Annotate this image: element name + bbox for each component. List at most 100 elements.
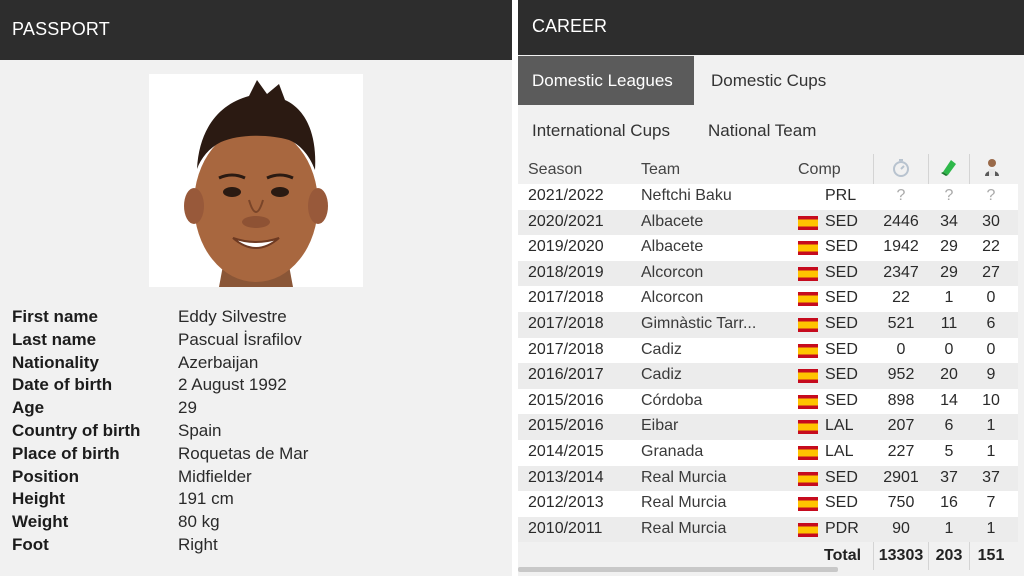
info-label: Date of birth xyxy=(12,375,113,395)
info-label: Position xyxy=(12,466,80,486)
table-row[interactable]: 2014/2015 Granada LAL 227 5 1 xyxy=(518,439,1018,466)
apps-cell: 7 xyxy=(986,494,996,512)
table-header: Season Team Comp xyxy=(518,154,1018,184)
minutes-cell: 521 xyxy=(887,314,915,332)
season-cell: 2016/2017 xyxy=(528,366,604,384)
info-label: Height xyxy=(12,489,65,509)
season-cell: 2017/2018 xyxy=(528,340,604,358)
info-label: Last name xyxy=(12,329,97,349)
goals-cell: 34 xyxy=(940,212,958,230)
column-header-team[interactable]: Team xyxy=(641,161,680,179)
team-cell[interactable]: Neftchi Baku xyxy=(641,187,787,205)
team-cell[interactable]: Eibar xyxy=(641,417,787,435)
goals-cell: 1 xyxy=(944,289,954,307)
team-cell[interactable]: Alcorcon xyxy=(641,264,787,282)
goals-cell: 0 xyxy=(944,340,954,358)
green-card-icon[interactable] xyxy=(940,158,958,181)
stopwatch-icon[interactable] xyxy=(892,158,910,183)
team-cell[interactable]: Albacete xyxy=(641,238,787,256)
table-row[interactable]: 2017/2018 Alcorcon SED 22 1 0 xyxy=(518,286,1018,312)
team-cell[interactable]: Alcorcon xyxy=(641,289,787,307)
spain-flag-icon xyxy=(798,343,818,358)
minutes-cell: 750 xyxy=(887,494,915,512)
team-cell[interactable]: Real Murcia xyxy=(641,520,787,538)
info-value: Right xyxy=(178,534,218,554)
info-label: First name xyxy=(12,307,98,326)
tab-domestic-leagues[interactable]: Domestic Leagues xyxy=(518,56,694,105)
passport-header: PASSPORT xyxy=(0,0,512,60)
info-row-position: Position Midfielder xyxy=(12,467,502,490)
apps-cell: 30 xyxy=(982,212,1000,230)
spain-flag-icon xyxy=(798,369,818,384)
tab-national-team[interactable]: National Team xyxy=(708,121,816,141)
total-goals: 203 xyxy=(935,547,963,565)
team-cell[interactable]: Albacete xyxy=(641,213,787,231)
spain-flag-icon xyxy=(798,292,818,307)
team-cell[interactable]: Real Murcia xyxy=(641,469,787,487)
table-row[interactable]: 2020/2021 Albacete SED 2446 34 30 xyxy=(518,209,1018,236)
info-row-last-name: Last name Pascual İsrafilov xyxy=(12,330,502,353)
team-cell[interactable]: Cadiz xyxy=(641,341,787,359)
info-value: 2 August 1992 xyxy=(178,375,287,395)
goals-cell: 14 xyxy=(940,391,958,409)
team-cell[interactable]: Gimnàstic Tarr... xyxy=(641,315,787,333)
table-row[interactable]: 2018/2019 Alcorcon SED 2347 29 27 xyxy=(518,260,1018,287)
table-row[interactable]: 2021/2022 Neftchi Baku PRL??? xyxy=(518,184,1018,210)
table-row[interactable]: 2010/2011 Real Murcia PDR 90 1 1 xyxy=(518,516,1018,543)
minutes-cell: 207 xyxy=(887,417,915,435)
table-row[interactable]: 2015/2016 Córdoba SED 898 14 10 xyxy=(518,388,1018,415)
info-row-height: Height 191 cm xyxy=(12,489,502,512)
goals-cell: 37 xyxy=(940,468,958,486)
team-cell[interactable]: Granada xyxy=(641,443,787,461)
info-row-place-of-birth: Place of birth Roquetas de Mar xyxy=(12,444,502,467)
minutes-cell: 22 xyxy=(892,289,910,307)
spain-flag-icon xyxy=(798,317,818,332)
passport-panel: PASSPORT First name Eddy Silvestre Last … xyxy=(0,0,512,576)
team-cell[interactable]: Real Murcia xyxy=(641,494,787,512)
table-row[interactable]: 2017/2018 Gimnàstic Tarr... SED 521 11 6 xyxy=(518,311,1018,338)
minutes-cell: ? xyxy=(896,187,906,204)
goals-cell: 5 xyxy=(944,442,954,460)
tab-domestic-cups[interactable]: Domestic Cups xyxy=(711,71,826,91)
info-value: Midfielder xyxy=(178,466,252,486)
spain-flag-icon xyxy=(798,215,818,230)
comp-cell: SED xyxy=(825,391,858,409)
season-cell: 2015/2016 xyxy=(528,391,604,409)
goals-cell: ? xyxy=(944,187,954,204)
table-row[interactable]: 2017/2018 Cadiz SED 0 0 0 xyxy=(518,337,1018,364)
comp-cell: PDR xyxy=(825,519,859,537)
comp-cell: SED xyxy=(825,340,858,358)
info-row-country-of-birth: Country of birth Spain xyxy=(12,421,502,444)
column-header-comp[interactable]: Comp xyxy=(798,161,841,179)
table-row[interactable]: 2019/2020 Albacete SED 1942 29 22 xyxy=(518,235,1018,261)
comp-cell: LAL xyxy=(825,417,854,435)
comp-cell: SED xyxy=(825,238,858,256)
goals-cell: 29 xyxy=(940,263,958,281)
team-cell[interactable]: Cadiz xyxy=(641,366,787,384)
table-row[interactable]: 2015/2016 Eibar LAL 207 6 1 xyxy=(518,414,1018,440)
team-cell[interactable]: Córdoba xyxy=(641,392,787,410)
player-icon[interactable] xyxy=(982,157,1002,182)
info-value: Pascual İsrafilov xyxy=(178,329,302,349)
comp-cell: SED xyxy=(825,263,858,281)
goals-cell: 6 xyxy=(944,417,954,435)
table-row[interactable]: 2016/2017 Cadiz SED 952 20 9 xyxy=(518,363,1018,389)
table-row[interactable]: 2012/2013 Real Murcia SED 750 16 7 xyxy=(518,491,1018,517)
table-row[interactable]: 2013/2014 Real Murcia SED 2901 37 37 xyxy=(518,465,1018,492)
horizontal-scrollbar[interactable] xyxy=(518,567,838,572)
comp-cell: SED xyxy=(825,289,858,307)
apps-cell: 1 xyxy=(986,417,996,435)
career-header: CAREER xyxy=(518,0,1024,55)
minutes-cell: 0 xyxy=(896,340,906,358)
column-header-season[interactable]: Season xyxy=(528,161,582,179)
apps-cell: 37 xyxy=(982,468,1000,486)
tab-international-cups[interactable]: International Cups xyxy=(532,121,670,141)
comp-cell: SED xyxy=(825,314,858,332)
season-cell: 2015/2016 xyxy=(528,417,604,435)
info-label: Foot xyxy=(12,534,49,554)
season-cell: 2012/2013 xyxy=(528,494,604,512)
season-cell: 2013/2014 xyxy=(528,468,604,486)
comp-cell: SED xyxy=(825,494,858,512)
apps-cell: 0 xyxy=(986,340,996,358)
info-row-weight: Weight 80 kg xyxy=(12,512,502,535)
